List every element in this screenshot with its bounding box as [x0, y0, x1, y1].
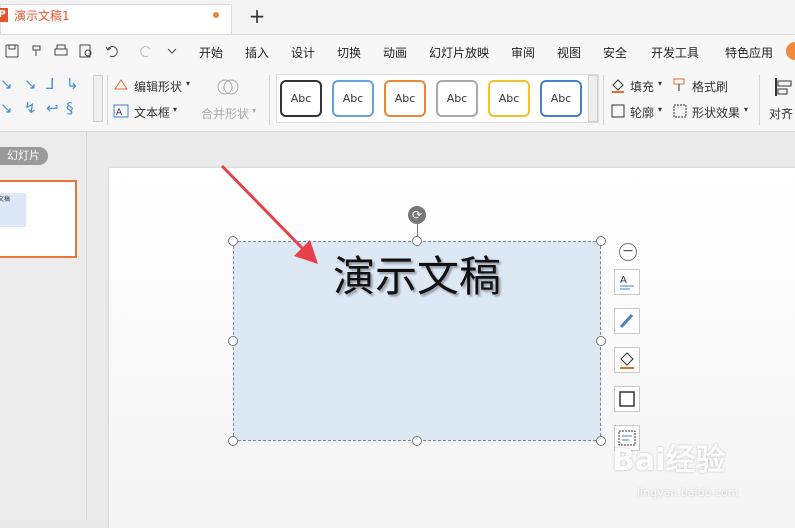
resize-handle-top-right[interactable]	[596, 236, 606, 246]
svg-text:A: A	[620, 275, 627, 286]
watermark-url: jingyan.baidu.com	[637, 486, 739, 499]
chevron-down-icon[interactable]: ▾	[658, 105, 662, 114]
resize-handle-right[interactable]	[596, 336, 606, 346]
connector-shape-icon[interactable]: ↘	[0, 75, 13, 93]
shape-gallery-scroll[interactable]	[93, 75, 103, 122]
outline-button[interactable]: 轮廓	[630, 104, 654, 121]
brush-icon	[619, 313, 634, 329]
merge-shapes-button[interactable]: 合并形状	[201, 105, 249, 122]
shape-style-swatch[interactable]: Abc	[384, 80, 426, 117]
customize-quick-access-icon[interactable]	[164, 43, 180, 59]
new-tab-button[interactable]: +	[246, 5, 268, 27]
presentation-logo-icon: P	[0, 8, 8, 22]
elbow-connector-icon[interactable]: ↳	[66, 75, 79, 93]
ribbon-separator	[603, 75, 604, 125]
chevron-down-icon[interactable]: ▾	[173, 105, 177, 114]
redo-icon[interactable]	[138, 43, 154, 59]
align-icon	[775, 78, 792, 96]
elbow-connector-icon[interactable]: ↯	[24, 99, 37, 117]
shape-style-swatch[interactable]: Abc	[488, 80, 530, 117]
chevron-down-icon[interactable]: ▾	[658, 79, 662, 88]
fill-bucket-icon	[612, 79, 624, 93]
menu-view[interactable]: 视图	[557, 44, 581, 61]
outline-icon	[619, 391, 635, 407]
ribbon-separator	[107, 75, 108, 125]
unsaved-indicator	[213, 12, 219, 18]
shape-effects-icon	[673, 104, 687, 118]
chevron-down-icon[interactable]: ▾	[252, 106, 256, 115]
menu-insert[interactable]: 插入	[245, 44, 269, 61]
text-style-icon: A	[620, 275, 634, 290]
format-painter-icon[interactable]	[29, 43, 45, 59]
shape-style-swatch[interactable]: Abc	[332, 80, 374, 117]
edit-shape-button[interactable]: 编辑形状	[134, 78, 182, 95]
curved-connector-icon[interactable]: §	[66, 99, 74, 117]
menu-developer-tools[interactable]: 开发工具	[651, 44, 699, 61]
menu-home[interactable]: 开始	[199, 44, 223, 61]
menu-slideshow[interactable]: 幻灯片放映	[429, 44, 489, 61]
annotation-arrow	[220, 164, 318, 264]
ribbon-separator	[269, 75, 270, 125]
resize-handle-left[interactable]	[228, 336, 238, 346]
shape-fill-tool[interactable]	[614, 347, 640, 373]
resize-handle-top[interactable]	[412, 236, 422, 246]
menu-review[interactable]: 审阅	[511, 44, 535, 61]
format-painter-icon	[673, 78, 685, 91]
elbow-connector-icon[interactable]: ⅃	[46, 75, 54, 93]
menu-transitions[interactable]: 切换	[337, 44, 361, 61]
shape-style-swatch[interactable]: Abc	[540, 80, 582, 117]
chevron-down-icon[interactable]: ▾	[186, 79, 190, 88]
text-box-button[interactable]: 文本框	[134, 104, 170, 121]
print-icon[interactable]	[53, 43, 69, 59]
tab-slides[interactable]: 幻灯片	[0, 147, 48, 165]
menu-security[interactable]: 安全	[603, 44, 627, 61]
shape-style-swatch[interactable]: Abc	[280, 80, 322, 117]
fill-button[interactable]: 填充	[630, 78, 654, 95]
baidu-jingyan-watermark: Bai经验	[612, 443, 726, 478]
style-gallery-scroll[interactable]	[588, 75, 598, 122]
collapse-tools-button[interactable]: −	[619, 243, 637, 261]
connector-shape-icon[interactable]: ↘	[0, 99, 13, 117]
document-title: 演示文稿1	[14, 9, 70, 23]
resize-handle-bottom-left[interactable]	[228, 436, 238, 446]
connector-shape-icon[interactable]: ↘	[24, 75, 37, 93]
shape-effects-button[interactable]: 形状效果	[692, 104, 740, 121]
align-button[interactable]: 对齐	[769, 105, 793, 122]
ribbon-separator	[759, 75, 760, 125]
outline-icon	[611, 104, 625, 118]
shape-style-tool[interactable]	[614, 308, 640, 334]
menu-animations[interactable]: 动画	[383, 44, 407, 61]
curved-connector-icon[interactable]: ↩	[46, 99, 59, 117]
rotate-handle[interactable]: ⟳	[408, 206, 426, 224]
undo-icon[interactable]	[104, 43, 120, 59]
format-painter-button[interactable]: 格式刷	[692, 78, 728, 95]
resize-handle-bottom-right[interactable]	[596, 436, 606, 446]
thumbnail-text: 文稿	[0, 196, 11, 203]
menu-featured-apps[interactable]: 特色应用	[725, 44, 773, 61]
shape-outline-tool[interactable]	[614, 386, 640, 412]
text-style-tool[interactable]: A	[614, 269, 640, 295]
svg-text:A: A	[116, 108, 123, 118]
fill-bucket-icon	[620, 352, 634, 369]
edit-shape-icon	[114, 79, 128, 90]
menu-design[interactable]: 设计	[291, 44, 315, 61]
chevron-down-icon[interactable]: ▾	[744, 105, 748, 114]
text-box-icon: A	[113, 104, 129, 118]
shape-style-swatch[interactable]: Abc	[436, 80, 478, 117]
resize-handle-bottom[interactable]	[412, 436, 422, 446]
merge-shapes-icon	[217, 79, 239, 95]
print-preview-icon[interactable]	[78, 43, 94, 59]
save-icon[interactable]	[4, 43, 20, 59]
